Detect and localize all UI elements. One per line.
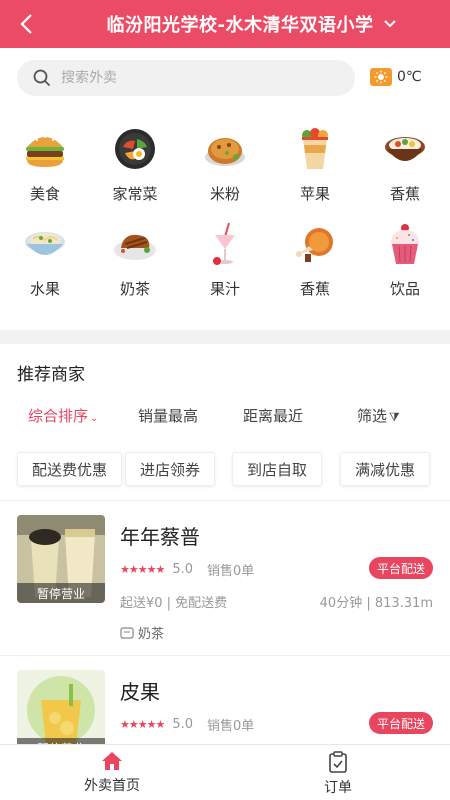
sun-icon: [370, 68, 392, 86]
divider: [0, 655, 450, 656]
filter-tag[interactable]: 配送费优惠: [17, 452, 123, 486]
star-rating-icon: ★★★★★: [120, 563, 165, 576]
category-item[interactable]: 家常菜: [90, 125, 180, 215]
search-icon: [33, 69, 51, 87]
chevron-left-icon: [20, 14, 32, 34]
closed-label: 暂停营业: [17, 583, 105, 603]
fee-info: 起送¥0 | 免配送费: [120, 596, 228, 611]
star-rating-icon: ★★★★★: [120, 718, 165, 731]
store-name: 皮果: [120, 680, 160, 704]
bottom-nav: 外卖首页 订单: [0, 744, 450, 800]
sort-option-distance[interactable]: 距离最近: [243, 405, 303, 426]
rating-row: ★★★★★ 5.0 销售0单: [120, 560, 254, 579]
rating-value: 5.0: [172, 717, 193, 732]
burger-icon: [21, 125, 69, 173]
rating-value: 5.0: [172, 562, 193, 577]
tag-icon: [120, 626, 134, 639]
category-item[interactable]: 米粉: [180, 125, 270, 215]
filter-tag[interactable]: 满减优惠: [340, 452, 431, 486]
store-category: 奶茶: [120, 623, 164, 642]
back-button[interactable]: [12, 10, 40, 38]
pancake-icon: [201, 125, 249, 173]
category-item[interactable]: 美食: [0, 125, 90, 215]
rating-row: ★★★★★ 5.0 销售0单: [120, 715, 254, 734]
delivery-badge: 平台配送: [368, 557, 433, 579]
store-thumbnail: 暂停营业: [17, 515, 105, 603]
section-title: 推荐商家: [17, 365, 85, 385]
top-bar: 临汾阳光学校-水木清华双语小学: [0, 0, 450, 48]
section-divider: [0, 330, 450, 344]
filter-tag[interactable]: 到店自取: [232, 452, 323, 486]
page-title: 临汾阳光学校-水木清华双语小学: [106, 15, 374, 36]
filter-tag[interactable]: 进店领券: [125, 452, 216, 486]
home-icon: [102, 752, 122, 770]
sort-bar: 综合排序 ⌄ 销量最高 距离最近 筛选 ⧩: [0, 405, 450, 435]
temperature: 0℃: [397, 69, 422, 85]
sales-count: 销售0单: [207, 719, 255, 734]
bibimbap-icon: [111, 125, 159, 173]
store-name: 年年蔡普: [120, 525, 200, 549]
delivery-badge: 平台配送: [368, 712, 433, 734]
category-item[interactable]: 果汁: [180, 220, 270, 310]
smoothie-icon: [201, 220, 249, 268]
sort-option-comprehensive[interactable]: 综合排序 ⌄: [28, 405, 98, 426]
bubble-tea-cup-icon: [291, 125, 339, 173]
category-item[interactable]: 苹果: [270, 125, 360, 215]
sort-option-filter[interactable]: 筛选 ⧩: [357, 405, 400, 426]
cupcake-icon: [381, 220, 429, 268]
chevron-down-icon: [383, 19, 397, 29]
grilled-meat-icon: [111, 220, 159, 268]
search-input[interactable]: [61, 70, 321, 86]
category-item[interactable]: 水果: [0, 220, 90, 310]
nav-orders[interactable]: 订单: [278, 751, 398, 797]
filter-tags: 配送费优惠 进店领券 到店自取 满减优惠: [0, 452, 450, 488]
roast-chicken-icon: [291, 220, 339, 268]
divider: [0, 500, 450, 501]
store-card[interactable]: 暂停营业 年年蔡普 ★★★★★ 5.0 销售0单 平台配送 起送¥0 | 免配送…: [0, 505, 450, 655]
eta-distance: 40分钟 | 813.31m: [319, 596, 433, 611]
sales-count: 销售0单: [207, 564, 255, 579]
category-item[interactable]: 饮品: [360, 220, 450, 310]
category-item[interactable]: 香蕉: [360, 125, 450, 215]
rice-bowl-icon: [381, 125, 429, 173]
sort-option-sales[interactable]: 销量最高: [138, 405, 198, 426]
order-list-icon: [329, 751, 347, 773]
category-item[interactable]: 香蕉: [270, 220, 360, 310]
search-bar[interactable]: [17, 60, 355, 96]
chevron-down-icon: ⌄: [90, 413, 99, 424]
nav-takeout-home[interactable]: 外卖首页: [52, 751, 172, 795]
location-selector[interactable]: 临汾阳光学校-水木清华双语小学: [74, 0, 430, 48]
weather-widget: 0℃: [370, 68, 422, 86]
category-item[interactable]: 奶茶: [90, 220, 180, 310]
filter-icon: ⧩: [389, 410, 400, 424]
noodle-bowl-icon: [21, 220, 69, 268]
